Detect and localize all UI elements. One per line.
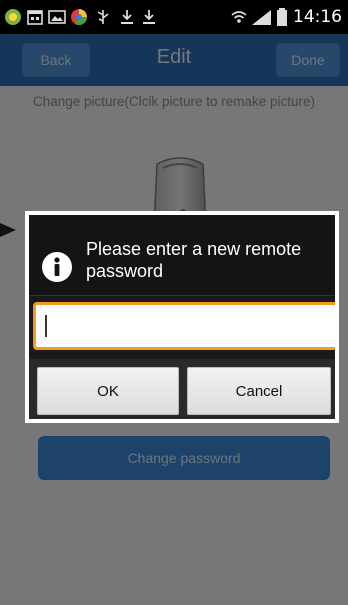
clock: 14:16 — [293, 7, 342, 27]
dialog-body: Please enter a new remote password OK Ca… — [29, 215, 335, 419]
divider — [29, 295, 335, 296]
calendar-icon — [27, 10, 43, 25]
signal-icon — [252, 10, 271, 25]
ok-button[interactable]: OK — [37, 367, 179, 415]
battery-icon — [277, 8, 287, 26]
status-bar: 14:16 — [0, 0, 348, 34]
password-input[interactable] — [36, 305, 335, 347]
dialog-header: Please enter a new remote password — [29, 215, 335, 295]
dialog-buttons: OK Cancel — [29, 359, 335, 419]
app-icon — [5, 9, 21, 25]
image-icon — [48, 10, 66, 24]
dialog-title: Please enter a new remote password — [86, 239, 302, 281]
text-cursor — [45, 315, 47, 337]
wifi-icon — [231, 11, 247, 23]
download-icon — [121, 10, 133, 24]
password-dialog: Please enter a new remote password OK Ca… — [25, 211, 339, 423]
usb-icon — [97, 10, 109, 24]
cancel-button[interactable]: Cancel — [187, 367, 331, 415]
browser-icon — [71, 9, 88, 26]
download-icon — [143, 10, 155, 24]
info-icon — [42, 252, 72, 282]
pointer-arrow-icon — [0, 223, 16, 237]
password-input-wrapper — [33, 302, 335, 350]
